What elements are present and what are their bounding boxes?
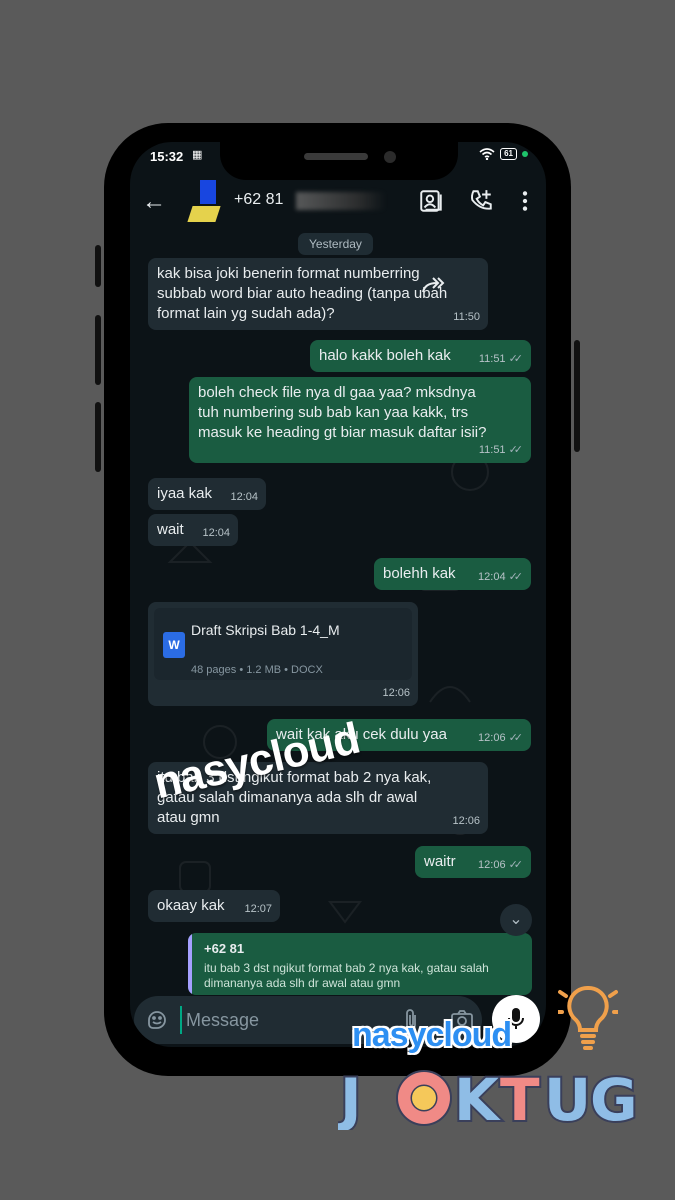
double-check-icon: ✓✓	[508, 571, 524, 583]
message-time: 11:51	[478, 444, 506, 456]
message-list[interactable]: Yesterday kak bisa joki benerin format n…	[130, 230, 546, 995]
document-message[interactable]: W Draft Skripsi Bab 1-4_M 48 pages • 1.2…	[148, 602, 418, 706]
joktug-logo: J K T U G	[338, 1064, 638, 1130]
message-time: 12:04	[478, 571, 506, 583]
svg-text:G: G	[590, 1066, 638, 1130]
arrow-left-icon[interactable]: ←	[142, 188, 166, 216]
front-camera	[384, 151, 396, 163]
message-text: boleh check file nya dl gaa yaa? mksdnya…	[198, 384, 487, 441]
chat-header: ← +62 81	[130, 178, 546, 230]
lightbulb-icon	[558, 985, 618, 1050]
avatar-redaction	[187, 206, 221, 222]
document-info: 48 pages • 1.2 MB • DOCX	[191, 664, 323, 676]
more-options-icon[interactable]	[512, 188, 538, 214]
message-time: 12:04	[230, 491, 258, 503]
document-card[interactable]: W Draft Skripsi Bab 1-4_M 48 pages • 1.2…	[154, 608, 412, 680]
quote-accent-bar	[188, 933, 192, 995]
message-time: 11:50	[453, 311, 480, 323]
double-check-icon: ✓✓	[508, 444, 524, 456]
word-document-icon: W	[163, 632, 185, 658]
status-icons: 61	[479, 148, 528, 160]
message-bubble-outgoing[interactable]: halo kakk boleh kak 11:51 ✓✓	[310, 340, 531, 372]
document-name: Draft Skripsi Bab 1-4_M	[191, 622, 340, 638]
message-time: 12:06	[452, 815, 480, 827]
sim-icon: ▦	[192, 149, 203, 161]
svg-text:U: U	[544, 1066, 591, 1130]
message-bubble-outgoing[interactable]: boleh check file nya dl gaa yaa? mksdnya…	[189, 377, 531, 463]
wifi-icon	[479, 148, 495, 160]
svg-text:T: T	[500, 1066, 540, 1130]
privacy-dot	[522, 151, 528, 157]
battery-indicator: 61	[500, 148, 517, 160]
phone-volume-down-button	[95, 402, 101, 472]
message-bubble-outgoing[interactable]: bolehh kak 12:04 ✓✓	[374, 558, 531, 590]
message-meta: 12:04	[230, 487, 258, 507]
message-meta: 11:50	[453, 307, 480, 327]
message-time: 12:06	[478, 859, 506, 871]
message-meta: 12:04 ✓✓	[478, 567, 523, 587]
message-time: 12:06	[382, 687, 410, 699]
camera-notch	[220, 142, 458, 180]
contact-name[interactable]: +62 81	[234, 191, 283, 209]
message-meta: 12:04	[202, 523, 230, 543]
message-meta: 12:06 ✓✓	[478, 728, 523, 748]
sticker-icon[interactable]	[146, 1009, 168, 1031]
brand-wordmark: nasycloud	[352, 1016, 512, 1054]
svg-text:K: K	[454, 1066, 501, 1130]
double-check-icon: ✓✓	[508, 732, 524, 744]
message-meta: 12:06 ✓✓	[478, 855, 523, 875]
scroll-down-icon[interactable]: ⌄	[500, 904, 532, 936]
message-bubble-incoming[interactable]: iyaa kak 12:04	[148, 478, 266, 510]
message-bubble-incoming[interactable]: wait 12:04	[148, 514, 238, 546]
double-check-icon: ✓✓	[508, 859, 524, 871]
phone-volume-up-button	[95, 315, 101, 385]
quoted-text: itu bab 3 dst ngikut format bab 2 nya ka…	[204, 961, 489, 990]
message-input[interactable]	[180, 1006, 380, 1034]
avatar-redaction	[200, 180, 216, 204]
message-time: 12:07	[244, 903, 272, 915]
message-meta: 12:07	[244, 899, 272, 919]
avatar[interactable]	[186, 180, 221, 224]
phone-power-button	[574, 340, 580, 452]
contact-redaction	[296, 192, 386, 210]
quoted-sender: +62 81	[204, 941, 245, 956]
add-call-icon[interactable]	[468, 188, 494, 214]
double-check-icon: ✓✓	[508, 353, 524, 365]
message-meta: 12:06	[452, 811, 480, 831]
message-meta: 12:06	[382, 683, 410, 703]
message-time: 12:06	[478, 732, 506, 744]
earpiece-speaker	[304, 153, 368, 160]
message-meta: 11:51 ✓✓	[479, 349, 523, 369]
message-bubble-incoming[interactable]: okaay kak 12:07	[148, 890, 280, 922]
reply-preview[interactable]: +62 81 itu bab 3 dst ngikut format bab 2…	[188, 933, 532, 995]
forward-icon[interactable]	[420, 275, 446, 295]
message-meta: 11:51 ✓✓	[479, 440, 523, 460]
message-time: 11:51	[478, 353, 506, 365]
svg-text:J: J	[338, 1066, 362, 1130]
phone-screen: 15:32 ▦ 61 ← +62 81 Yesterday kak bisa j…	[130, 142, 546, 1047]
message-bubble-outgoing[interactable]: waitr 12:06 ✓✓	[415, 846, 531, 878]
status-time: 15:32	[150, 149, 184, 164]
video-call-icon[interactable]	[418, 188, 444, 214]
phone-side-button	[95, 245, 101, 287]
message-time: 12:04	[202, 527, 230, 539]
date-divider: Yesterday	[298, 233, 373, 255]
